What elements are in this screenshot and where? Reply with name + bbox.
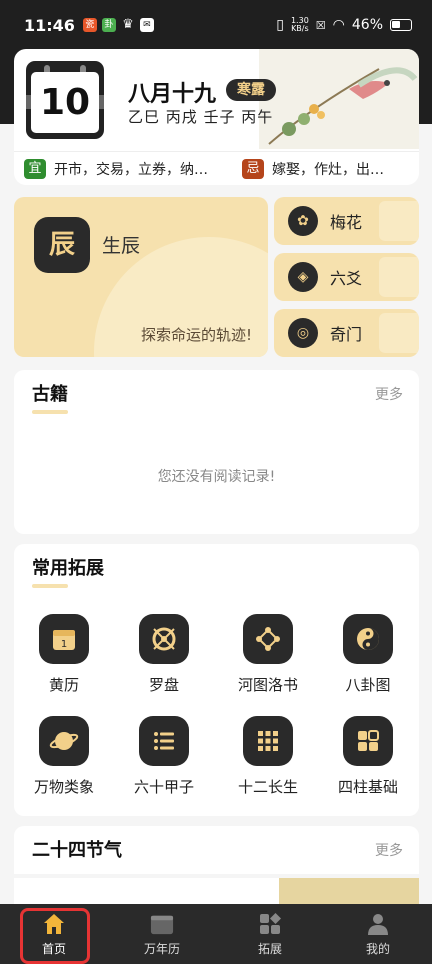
ji-item: 忌 嫁娶，作灶，出… [242,158,412,179]
books-empty-state: 您还没有阅读记录! [14,418,419,534]
calendar-day-icon: 10 [26,61,104,139]
mail-icon: ✉ [139,18,154,32]
yi-ji-row: 宜 开市，交易，立券，纳… 忌 嫁娶，作灶，出… [14,151,419,185]
status-time: 11:46 [24,15,75,35]
nav-extensions[interactable]: 拓展 [216,904,324,964]
extensions-section-header: 常用拓展 [14,544,419,592]
liuyao-label: 六爻 [330,269,363,288]
pillars-icon [343,716,393,766]
bird-painting [259,49,419,149]
ext-item-wanwu[interactable]: 万物类象 [14,716,114,797]
ganzhi-text: 乙巳 丙戌 壬子 丙午 [128,108,274,126]
ext-label: 河图洛书 [237,676,298,694]
status-bar: 11:46 瓷 卦 ♛ ✉ ▯ 1.30 KB/s ☒ ◠ 46% [0,0,432,50]
nav-label: 拓展 [257,941,282,956]
ext-label: 万物类象 [33,778,94,796]
extensions-grid: 1 黄历 罗盘 河图洛书 八卦图 万物类象 六十甲子 十二长生 四柱基础 [14,592,419,816]
yinyang-icon [343,614,393,664]
ext-label: 八卦图 [345,676,391,694]
lunar-date: 八月十九 [128,82,217,107]
ext-label: 四柱基础 [337,778,398,796]
coin-icon: ◈ [288,262,318,292]
ext-item-bagua[interactable]: 八卦图 [318,614,418,695]
nav-profile[interactable]: 我的 [324,904,432,964]
meihua-label: 梅花 [330,213,363,232]
qimen-label: 奇门 [330,325,363,344]
user-icon [366,912,390,936]
planet-icon [39,716,89,766]
grid-icon [243,716,293,766]
ji-text: 嫁娶，作灶，出… [272,161,384,178]
plum-blossom-icon: ✿ [288,206,318,236]
notification-app-icon: 瓷 [82,18,97,32]
books-section-header: 古籍 更多 [14,370,419,418]
extensions-title: 常用拓展 [32,558,104,579]
nav-label: 我的 [365,941,390,956]
crown-icon: ♛ [122,17,134,32]
network-speed: 1.30 KB/s [290,16,309,33]
ext-item-sizhu[interactable]: 四柱基础 [318,716,418,797]
yi-item: 宜 开市，交易，立券，纳… [24,158,242,179]
ext-item-shierchangsheng[interactable]: 十二长生 [218,716,318,797]
solar-terms-more-link[interactable]: 更多 [375,840,403,860]
compass-icon: ◎ [288,318,318,348]
shengchen-icon: 辰 [34,217,90,273]
ext-label: 黄历 [48,676,79,694]
title-underline [32,584,68,588]
calendar-icon [150,912,174,936]
shengchen-card[interactable]: 辰 生辰 探索命运的轨迹! [14,197,268,357]
ext-label: 十二长生 [237,778,298,796]
nav-calendar[interactable]: 万年历 [108,904,216,964]
sim-icon: ☒ [315,18,326,32]
active-tab-highlight [20,908,90,964]
notification-app-icon: 卦 [101,18,116,32]
qimen-button[interactable]: ◎ 奇门 [274,309,419,357]
yi-text: 开市，交易，立券，纳… [54,161,208,178]
list-icon [139,716,189,766]
liuyao-button[interactable]: ◈ 六爻 [274,253,419,301]
compass-icon [139,614,189,664]
shengchen-tagline: 探索命运的轨迹! [140,326,252,344]
solar-terms-title: 二十四节气 [32,840,122,861]
meihua-button[interactable]: ✿ 梅花 [274,197,419,245]
ext-label: 罗盘 [148,676,179,694]
books-title: 古籍 [32,384,68,405]
nav-label: 万年历 [143,941,180,956]
solar-terms-section-header: 二十四节气 更多 [14,826,419,874]
ext-item-luopan[interactable]: 罗盘 [114,614,214,695]
ext-item-hetu[interactable]: 河图洛书 [218,614,318,695]
ext-item-huangli[interactable]: 1 黄历 [14,614,114,695]
hetu-diagram-icon [243,614,293,664]
solar-term-badge: 寒露 [226,79,276,101]
yi-badge: 宜 [24,158,46,179]
vibrate-icon: ▯ [276,17,284,33]
battery-icon [390,19,412,31]
calendar-icon: 1 [39,614,89,664]
ext-item-liushijiazi[interactable]: 六十甲子 [114,716,214,797]
svg-text:1: 1 [61,639,67,650]
almanac-date-card[interactable]: 10 八月十九 寒露 乙巳 丙戌 壬子 丙午 宜 开市，交易，立券，纳… 忌 嫁… [14,49,419,185]
apps-icon [258,912,282,936]
battery-percent: 46% [351,17,383,33]
bottom-navigation: 首页 万年历 拓展 我的 [0,904,432,964]
calendar-day: 10 [31,72,99,133]
wifi-icon: ◠ [332,17,345,33]
books-more-link[interactable]: 更多 [375,384,403,404]
shengchen-label: 生辰 [102,235,141,257]
ext-label: 六十甲子 [133,778,194,796]
title-underline [32,410,68,414]
ji-badge: 忌 [242,158,264,179]
